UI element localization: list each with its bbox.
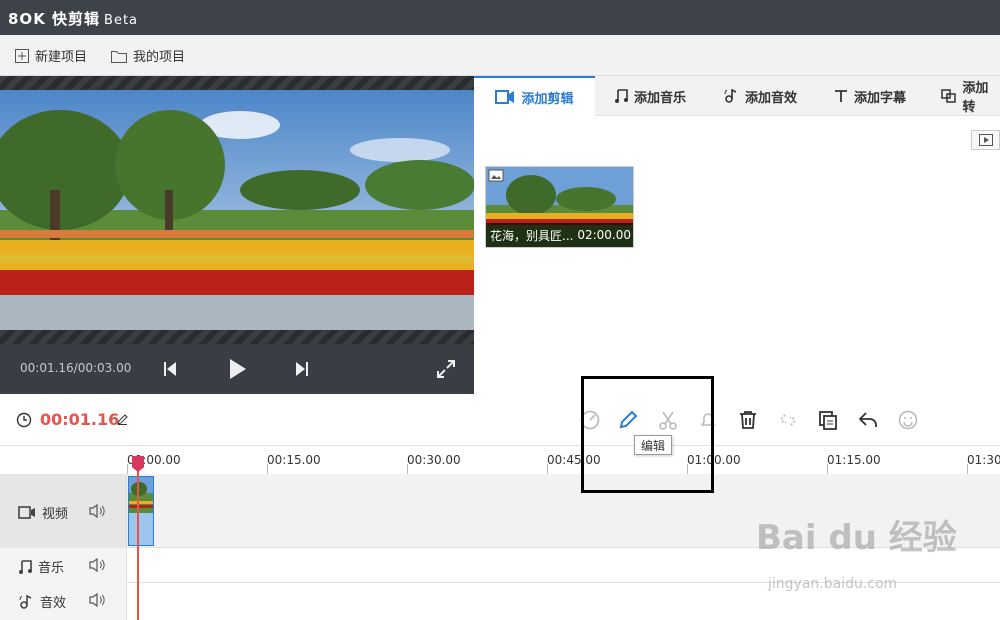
video-camera-icon: [495, 90, 515, 104]
app-logo: 8OK 快剪辑 Beta: [8, 10, 139, 28]
sound-effect-icon: [19, 594, 32, 609]
volume-icon[interactable]: [89, 558, 105, 572]
tick-label: 01:30.0: [967, 453, 1000, 467]
video-frame-image: [0, 90, 474, 330]
tick-line: [407, 464, 408, 474]
timeline-toolbar: 00:01.16: [0, 394, 1000, 446]
fullscreen-icon[interactable]: [436, 359, 456, 379]
new-project-button[interactable]: 新建项目: [14, 35, 87, 76]
clip-thumbnail[interactable]: 花海，别具匠... 02:00.00: [485, 166, 634, 248]
highlight-box: [581, 376, 714, 493]
prev-frame-icon[interactable]: [163, 361, 177, 377]
next-frame-icon[interactable]: [295, 361, 309, 377]
play-box-icon: [978, 134, 993, 146]
clip-library: 花海，别具匠... 02:00.00: [474, 116, 1000, 394]
tick-label: 00:15.00: [267, 453, 321, 467]
video-clip-block[interactable]: [128, 476, 154, 546]
tick-label: 00:30.00: [407, 453, 461, 467]
title-bar: 8OK 快剪辑 Beta: [0, 0, 1000, 35]
track-label-video: 视频: [18, 503, 68, 522]
add-tabs: 添加剪辑 添加音乐 添加音效 添加字幕 添加转: [474, 76, 1000, 116]
copy-icon[interactable]: [816, 408, 840, 432]
tab-add-clip[interactable]: 添加剪辑: [474, 76, 595, 116]
tick-line: [127, 464, 128, 474]
delete-icon[interactable]: [736, 408, 760, 432]
sticker-icon[interactable]: [896, 408, 920, 432]
tick-line: [827, 464, 828, 474]
text-icon: [834, 90, 847, 102]
video-preview[interactable]: [0, 90, 474, 330]
edit-time-icon[interactable]: [117, 414, 128, 425]
menu-bar: 新建项目 我的项目: [0, 35, 1000, 76]
clip-title: 花海，别具匠...: [490, 228, 574, 243]
tick-line: [267, 464, 268, 474]
tab-add-music[interactable]: 添加音乐: [595, 76, 705, 116]
track-label-sound-effect: 音效: [18, 592, 66, 611]
preview-time: 00:01.16/00:03.00: [20, 361, 132, 375]
clip-duration: 02:00.00: [577, 228, 631, 242]
track-label-music: 音乐: [18, 557, 64, 576]
tab-add-transition[interactable]: 添加转: [925, 76, 1000, 116]
watermark-url: jingyan.baidu.com: [768, 576, 898, 592]
tab-add-sound-effect[interactable]: 添加音效: [705, 76, 815, 116]
preview-panel: 00:01.16/00:03.00: [0, 76, 474, 394]
play-icon[interactable]: [229, 358, 247, 380]
tick-line: [967, 464, 968, 474]
video-camera-icon: [18, 506, 35, 519]
library-preview-button[interactable]: [971, 130, 1000, 150]
music-note-icon: [19, 559, 32, 574]
preview-stripe-top: [0, 76, 474, 90]
clip-caption: 花海，别具匠... 02:00.00: [486, 223, 633, 247]
music-note-icon: [614, 89, 628, 103]
tick-label: 01:15.00: [827, 453, 881, 467]
my-projects-button[interactable]: 我的项目: [110, 35, 185, 76]
volume-icon[interactable]: [89, 504, 105, 518]
tab-add-subtitle[interactable]: 添加字幕: [815, 76, 925, 116]
playhead-line[interactable]: [137, 456, 139, 620]
clock-icon: [16, 412, 32, 428]
unlink-icon[interactable]: [776, 408, 800, 432]
new-project-icon: [15, 48, 29, 63]
sound-effect-icon: [724, 88, 737, 103]
tick-line: [547, 464, 548, 474]
folder-icon: [111, 50, 127, 63]
clip-block-thumbnail: [129, 477, 153, 513]
preview-stripe-bottom: [0, 330, 474, 344]
transition-icon: [941, 89, 956, 103]
undo-icon[interactable]: [856, 408, 880, 432]
current-time: 00:01.16: [40, 410, 120, 429]
volume-icon[interactable]: [89, 593, 105, 607]
timeline-ruler[interactable]: 00:00.00 00:15.00 00:30.00 00:45.00 01:0…: [0, 446, 1000, 474]
watermark-logo: Bai du 经验: [756, 518, 957, 558]
playback-controls: 00:01.16/00:03.00: [0, 344, 474, 394]
